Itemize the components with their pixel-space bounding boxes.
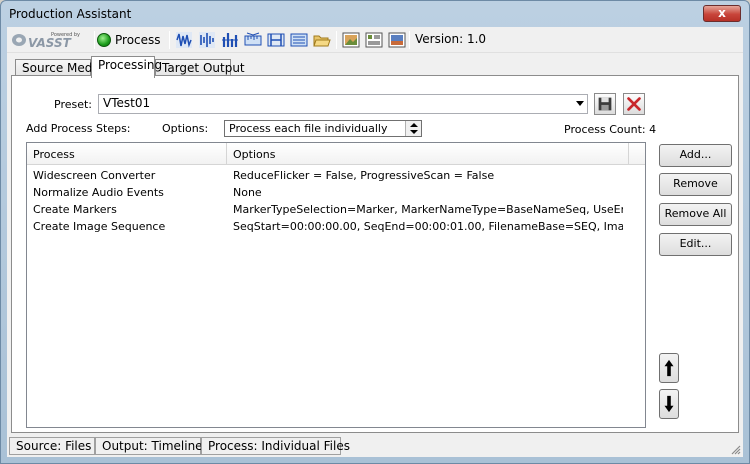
chevron-up-icon[interactable] xyxy=(410,123,418,127)
table-row[interactable]: Widescreen Converter ReduceFlicker = Fal… xyxy=(27,167,645,184)
table-row[interactable]: Normalize Audio Events None xyxy=(27,184,645,201)
ruler-icon[interactable] xyxy=(244,31,262,49)
status-bar: Source: Files Output: Timeline Process: … xyxy=(7,435,743,457)
bars-icon[interactable] xyxy=(221,31,239,49)
table-row[interactable]: Create Markers MarkerTypeSelection=Marke… xyxy=(27,201,645,218)
row-process: Widescreen Converter xyxy=(33,169,156,182)
film-icon[interactable] xyxy=(290,31,308,49)
process-count: Process Count: 4 xyxy=(564,123,657,136)
table-row[interactable]: Create Image Sequence SeqStart=00:00:00.… xyxy=(27,218,645,235)
list-header: Process Options xyxy=(27,143,645,165)
row-options: ReduceFlicker = False, ProgressiveScan =… xyxy=(233,169,495,182)
folder-open-icon[interactable] xyxy=(313,31,331,49)
spin-buttons[interactable] xyxy=(405,121,421,136)
logo-wordmark: VASST xyxy=(28,36,72,50)
add-process-steps-label: Add Process Steps: xyxy=(26,122,131,135)
status-output: Output: Timeline xyxy=(95,437,203,455)
preset-value: VTest01 xyxy=(103,96,151,110)
toolbar-separator xyxy=(336,31,337,49)
row-process: Create Image Sequence xyxy=(33,220,166,233)
delete-icon[interactable] xyxy=(623,93,645,115)
picture-icon[interactable] xyxy=(388,31,406,49)
remove-all-button[interactable]: Remove All xyxy=(659,203,732,226)
audio-wave-icon[interactable] xyxy=(198,31,216,49)
toolbar-separator xyxy=(409,31,410,49)
waveform-icon[interactable] xyxy=(175,31,193,49)
save-icon[interactable] xyxy=(594,93,616,115)
process-list[interactable]: Process Options Widescreen Converter Red… xyxy=(26,142,646,428)
chevron-down-icon[interactable] xyxy=(576,101,584,106)
toolbar: Powered by VASST Process Version: 1.0 xyxy=(7,27,743,53)
move-down-button[interactable] xyxy=(659,389,679,419)
edit-button[interactable]: Edit... xyxy=(659,233,732,256)
marker-icon[interactable] xyxy=(267,31,285,49)
move-up-button[interactable] xyxy=(659,353,679,383)
preset-combobox[interactable]: VTest01 xyxy=(98,94,588,114)
status-source: Source: Files xyxy=(9,437,95,455)
processing-panel: Preset: VTest01 Add Process Steps: Optio… xyxy=(11,75,739,433)
image-icon[interactable] xyxy=(342,31,360,49)
client-area: Powered by VASST Process Version: 1.0 So… xyxy=(7,27,743,457)
vasst-logo: Powered by VASST xyxy=(12,32,80,50)
options-label: Options: xyxy=(162,122,209,135)
row-process: Normalize Audio Events xyxy=(33,186,164,199)
window-title: Production Assistant xyxy=(9,7,132,21)
options-spinner[interactable]: Process each file individually xyxy=(224,120,422,137)
remove-button[interactable]: Remove xyxy=(659,173,732,196)
version-label: Version: 1.0 xyxy=(415,32,487,46)
column-header-process[interactable]: Process xyxy=(27,143,227,165)
arrow-down-icon xyxy=(664,395,674,413)
process-button[interactable]: Process xyxy=(97,30,161,50)
row-options: SeqStart=00:00:00.00, SeqEnd=00:00:01.00… xyxy=(233,220,623,233)
app-window: Production Assistant x Powered by VASST … xyxy=(0,0,750,464)
process-button-label: Process xyxy=(115,33,161,47)
toolbar-separator xyxy=(169,31,170,49)
row-options: None xyxy=(233,186,262,199)
close-button[interactable]: x xyxy=(703,5,741,22)
toolbar-separator xyxy=(94,31,95,49)
tab-processing[interactable]: Processing xyxy=(91,56,162,78)
resize-grip-icon[interactable] xyxy=(729,443,741,455)
chevron-down-icon[interactable] xyxy=(410,130,418,134)
options-value: Process each file individually xyxy=(229,122,388,135)
row-options: MarkerTypeSelection=Marker, MarkerNameTy… xyxy=(233,203,623,216)
column-header-options[interactable]: Options xyxy=(227,143,629,165)
list-icon[interactable] xyxy=(365,31,383,49)
arrow-up-icon xyxy=(664,359,674,377)
green-circle-icon xyxy=(97,33,111,47)
add-button[interactable]: Add... xyxy=(659,144,732,167)
status-process: Process: Individual Files xyxy=(201,437,350,455)
preset-label: Preset: xyxy=(54,98,93,111)
row-process: Create Markers xyxy=(33,203,117,216)
title-bar: Production Assistant x xyxy=(1,1,749,27)
